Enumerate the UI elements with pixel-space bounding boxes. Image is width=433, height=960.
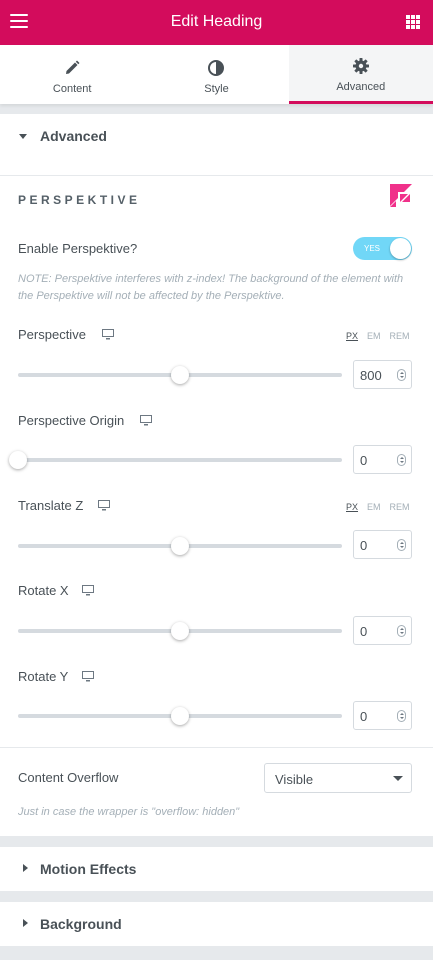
unit-px[interactable]: PX bbox=[346, 331, 358, 341]
number-value: 0 bbox=[360, 538, 368, 553]
section-advanced-header[interactable]: Advanced bbox=[0, 114, 433, 158]
tab-content[interactable]: Content bbox=[0, 45, 144, 104]
half-circle-icon bbox=[208, 60, 225, 76]
caret-down-icon bbox=[19, 134, 27, 139]
toggle-yes-text: YES bbox=[364, 244, 381, 253]
page-title: Edit Heading bbox=[170, 13, 263, 30]
spinner-icon[interactable] bbox=[397, 625, 406, 637]
tab-style-label: Style bbox=[204, 83, 229, 95]
desktop-icon[interactable] bbox=[82, 671, 94, 682]
number-input[interactable]: 0 bbox=[353, 530, 412, 559]
unit-switcher: PX EM REM bbox=[346, 331, 419, 341]
control-label-translate-z: Translate Z bbox=[18, 498, 84, 513]
number-input[interactable]: 0 bbox=[353, 445, 412, 474]
enable-perspektive-label: Enable Perspektive? bbox=[18, 241, 138, 256]
chevron-down-icon bbox=[393, 776, 403, 781]
section-background-header[interactable]: Background bbox=[0, 902, 433, 946]
number-input[interactable]: 800 bbox=[353, 360, 412, 389]
spinner-icon[interactable] bbox=[397, 454, 406, 466]
perspektive-note: NOTE: Perspektive interferes with z-inde… bbox=[18, 273, 404, 302]
unit-rem[interactable]: REM bbox=[390, 502, 410, 512]
spinner-icon[interactable] bbox=[397, 710, 406, 722]
section-motion-effects-title: Motion Effects bbox=[40, 861, 137, 877]
control-label-perspective-origin: Perspective Origin bbox=[18, 413, 125, 428]
number-value: 0 bbox=[360, 709, 368, 724]
slider-thumb[interactable] bbox=[171, 366, 189, 384]
spinner-icon[interactable] bbox=[397, 539, 406, 551]
number-input[interactable]: 0 bbox=[353, 701, 412, 730]
desktop-icon[interactable] bbox=[140, 415, 152, 426]
slider-track[interactable] bbox=[9, 451, 342, 469]
divider bbox=[0, 175, 433, 176]
unit-switcher: PX EM REM bbox=[346, 502, 419, 512]
section-advanced-title: Advanced bbox=[40, 128, 107, 144]
control-label-rotate-x: Rotate X bbox=[18, 583, 69, 598]
section-motion-effects-header[interactable]: Motion Effects bbox=[0, 847, 433, 891]
number-value: 800 bbox=[360, 368, 382, 383]
control-label-perspective: Perspective bbox=[18, 327, 86, 342]
panel-header: Edit Heading bbox=[0, 0, 433, 45]
content-overflow-value: Visible bbox=[275, 772, 314, 787]
desktop-icon[interactable] bbox=[82, 585, 94, 596]
tab-advanced-label: Advanced bbox=[336, 81, 386, 93]
enable-perspektive-toggle[interactable]: YES bbox=[353, 237, 412, 260]
slider-track[interactable] bbox=[18, 622, 342, 640]
slider-thumb[interactable] bbox=[171, 622, 189, 640]
tab-style[interactable]: Style bbox=[144, 45, 288, 104]
overflow-note: Just in case the wrapper is "overflow: h… bbox=[18, 806, 240, 818]
slider-thumb[interactable] bbox=[9, 451, 27, 469]
perspektive-logo-icon bbox=[390, 184, 412, 207]
number-value: 0 bbox=[360, 453, 368, 468]
tab-bar: Content Style Advanced bbox=[0, 45, 433, 104]
slider-thumb[interactable] bbox=[171, 707, 189, 725]
grid-icon[interactable] bbox=[406, 15, 420, 29]
tab-advanced[interactable]: Advanced bbox=[288, 45, 433, 104]
unit-em[interactable]: EM bbox=[367, 502, 381, 512]
caret-right-icon bbox=[23, 864, 28, 872]
content-overflow-label: Content Overflow bbox=[18, 770, 119, 785]
gear-icon bbox=[352, 58, 369, 74]
spinner-icon[interactable] bbox=[397, 369, 406, 381]
slider-track[interactable] bbox=[18, 707, 342, 725]
desktop-icon[interactable] bbox=[98, 500, 110, 511]
number-input[interactable]: 0 bbox=[353, 616, 412, 645]
slider-thumb[interactable] bbox=[171, 537, 189, 555]
desktop-icon[interactable] bbox=[102, 329, 114, 340]
unit-em[interactable]: EM bbox=[367, 331, 381, 341]
unit-rem[interactable]: REM bbox=[390, 331, 410, 341]
divider bbox=[0, 747, 433, 748]
content-overflow-select[interactable]: Visible bbox=[264, 763, 412, 793]
caret-right-icon bbox=[23, 919, 28, 927]
toggle-knob bbox=[390, 238, 411, 259]
pencil-icon bbox=[66, 60, 80, 74]
perspektive-title: PERSPEKTIVE bbox=[18, 193, 141, 207]
slider-track[interactable] bbox=[18, 537, 342, 555]
slider-track[interactable] bbox=[18, 366, 342, 384]
section-background-title: Background bbox=[40, 916, 122, 932]
number-value: 0 bbox=[360, 624, 368, 639]
control-label-rotate-y: Rotate Y bbox=[18, 669, 69, 684]
tab-content-label: Content bbox=[52, 83, 92, 95]
unit-px[interactable]: PX bbox=[346, 502, 358, 512]
